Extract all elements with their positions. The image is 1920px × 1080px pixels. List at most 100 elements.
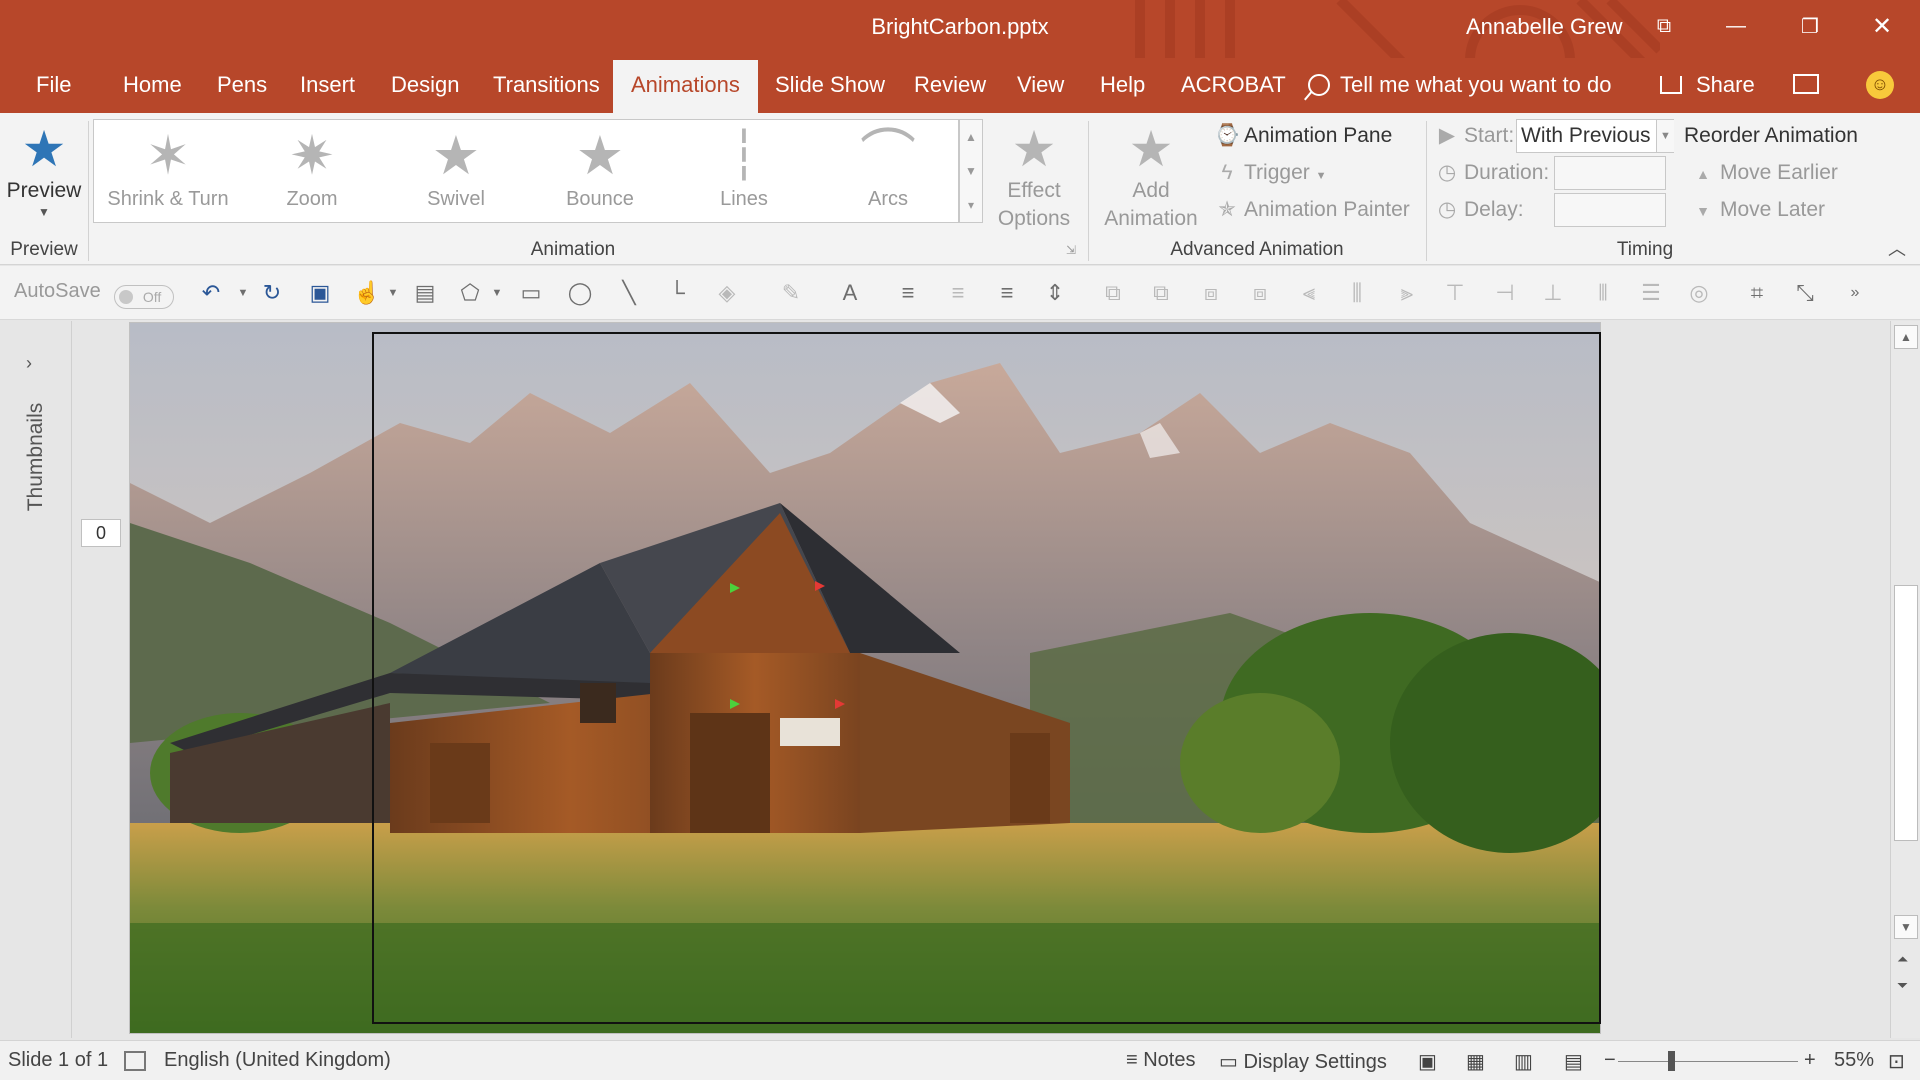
animation-lines[interactable]: ┆ Lines [674,124,814,220]
tab-view[interactable]: View [1003,60,1078,113]
group-icon[interactable]: ⧉ [1098,278,1128,308]
language-indicator[interactable]: English (United Kingdom) [164,1049,391,1072]
restore-icon[interactable]: ❐ [1780,0,1840,52]
touch-dropdown-icon[interactable]: ▼ [378,278,408,308]
animation-pane-button[interactable]: ⌚ Animation Pane [1214,121,1392,151]
oval-icon[interactable]: ◯ [565,278,595,308]
fit-to-window-icon[interactable]: ⊡ [1888,1049,1905,1074]
shapes-dropdown-icon[interactable]: ▼ [482,278,512,308]
distribute-horizontal-icon[interactable]: ⫴ [1588,278,1618,308]
font-color-icon[interactable]: A [835,278,865,308]
gallery-down-icon[interactable]: ▼ [960,154,982,188]
align-top-icon[interactable]: ⊤ [1440,278,1470,308]
ungroup-icon[interactable]: ⧉ [1146,278,1176,308]
animation-arcs[interactable]: ⌒ Arcs [818,124,958,220]
delay-spinner[interactable] [1554,193,1666,227]
tab-insert[interactable]: Insert [286,60,369,113]
trigger-button[interactable]: ϟ Trigger ▼ [1214,158,1326,188]
slide-sorter-icon[interactable]: ▦ [1466,1049,1485,1074]
autosave-switch[interactable]: Off [114,285,175,309]
zoom-slider-track[interactable] [1618,1061,1798,1062]
align-center-icon[interactable]: ≡ [943,278,973,308]
share-button[interactable]: Share [1660,58,1755,113]
align-center-objects-icon[interactable]: ⫼ [1342,278,1372,308]
vertical-scrollbar[interactable]: ▲ ▼ ⏶ ⏷ [1890,321,1920,1038]
smiley-feedback-icon[interactable]: ☺ [1866,71,1894,99]
text-box-icon[interactable]: ▤ [410,278,440,308]
align-right-objects-icon[interactable]: ⫸ [1392,278,1422,308]
scroll-down-icon[interactable]: ▼ [1894,915,1918,939]
gallery-up-icon[interactable]: ▲ [960,120,982,154]
gallery-scroll[interactable]: ▲ ▼ ▾ [959,119,983,223]
duration-spinner[interactable] [1554,156,1666,190]
tab-review[interactable]: Review [900,60,1000,113]
more-commands-icon[interactable]: » [1840,278,1870,308]
close-icon[interactable]: ✕ [1852,0,1912,52]
normal-view-icon[interactable]: ▣ [1418,1049,1437,1074]
tab-animations[interactable]: Animations [613,60,758,113]
merge-shapes-icon[interactable]: ◎ [1684,278,1714,308]
save-icon[interactable]: ▣ [305,278,335,308]
ribbon-display-options-icon[interactable]: ⧉ [1634,0,1694,52]
notes-button[interactable]: ≡ Notes [1126,1049,1195,1072]
user-name[interactable]: Annabelle Grew [1466,14,1623,40]
zoom-slider-thumb[interactable] [1668,1051,1675,1071]
align-left-icon[interactable]: ≡ [893,278,923,308]
animation-zoom[interactable]: ✷ Zoom [242,124,382,220]
align-left-objects-icon[interactable]: ⫷ [1294,278,1324,308]
distribute-vertical-icon[interactable]: ☰ [1636,278,1666,308]
line-icon[interactable]: ╲ [614,278,644,308]
animation-shrink-turn[interactable]: ✶ Shrink & Turn [98,124,238,220]
tab-design[interactable]: Design [377,60,473,113]
animation-swivel[interactable]: ★ Swivel [386,124,526,220]
slideshow-view-icon[interactable]: ▤ [1564,1049,1583,1074]
zoom-level[interactable]: 55% [1834,1049,1874,1072]
align-middle-icon[interactable]: ⊣ [1490,278,1520,308]
autosave-toggle[interactable]: AutoSave Off [14,280,175,309]
undo-icon[interactable]: ↶ [196,278,226,308]
send-backward-icon[interactable]: ⧈ [1245,278,1275,308]
edit-points-icon[interactable]: ⤡ [1790,278,1820,308]
minimize-icon[interactable]: — [1706,0,1766,52]
effect-options-button[interactable]: ★ Effect Options [990,121,1078,233]
reading-view-icon[interactable]: ▥ [1514,1049,1533,1074]
align-bottom-icon[interactable]: ⊥ [1538,278,1568,308]
tab-slide-show[interactable]: Slide Show [761,60,899,113]
dialog-launcher-icon[interactable]: ⇲ [1066,243,1076,257]
undo-dropdown-icon[interactable]: ▼ [228,278,258,308]
previous-slide-icon[interactable]: ⏶ [1897,951,1908,968]
animation-painter-button[interactable]: ✯ Animation Painter [1214,195,1410,225]
tab-file[interactable]: File [22,60,85,113]
scroll-up-icon[interactable]: ▲ [1894,325,1918,349]
start-dropdown[interactable]: With Previous [1516,119,1674,153]
zoom-out-icon[interactable]: − [1604,1049,1616,1072]
tab-transitions[interactable]: Transitions [479,60,614,113]
collapse-ribbon-icon[interactable]: ︿ [1888,240,1906,258]
outline-color-icon[interactable]: ✎ [776,278,806,308]
comments-icon[interactable] [1793,74,1819,94]
scroll-thumb[interactable] [1894,585,1918,841]
preview-button[interactable]: ★ Preview ▼ [6,121,82,219]
connector-icon[interactable]: └ [662,278,692,308]
align-objects-icon[interactable]: ⇕ [1040,278,1070,308]
rectangle-icon[interactable]: ▭ [516,278,546,308]
chevron-down-icon[interactable]: ▼ [1656,120,1674,152]
move-earlier-button[interactable]: ▲ Move Earlier [1690,158,1838,188]
align-right-icon[interactable]: ≡ [992,278,1022,308]
next-slide-icon[interactable]: ⏷ [1897,977,1908,994]
shapes-icon[interactable]: ⬠ [455,278,485,308]
thumbnails-label[interactable]: Thumbnails [24,397,48,517]
gallery-more-icon[interactable]: ▾ [960,188,982,222]
fill-color-icon[interactable]: ◈ [712,278,742,308]
zoom-in-icon[interactable]: + [1804,1049,1816,1072]
animation-bounce[interactable]: ★ Bounce [530,124,670,220]
selected-placeholder-outline[interactable] [372,332,1601,1024]
tab-acrobat[interactable]: ACROBAT [1167,60,1300,113]
bring-forward-icon[interactable]: ⧈ [1196,278,1226,308]
move-later-button[interactable]: ▼ Move Later [1690,195,1825,225]
add-animation-button[interactable]: ★ Add Animation [1092,121,1210,233]
tab-pens[interactable]: Pens [203,60,281,113]
crop-icon[interactable]: ⌗ [1742,278,1772,308]
tab-help[interactable]: Help [1086,60,1159,113]
spelling-check-icon[interactable] [124,1051,146,1071]
